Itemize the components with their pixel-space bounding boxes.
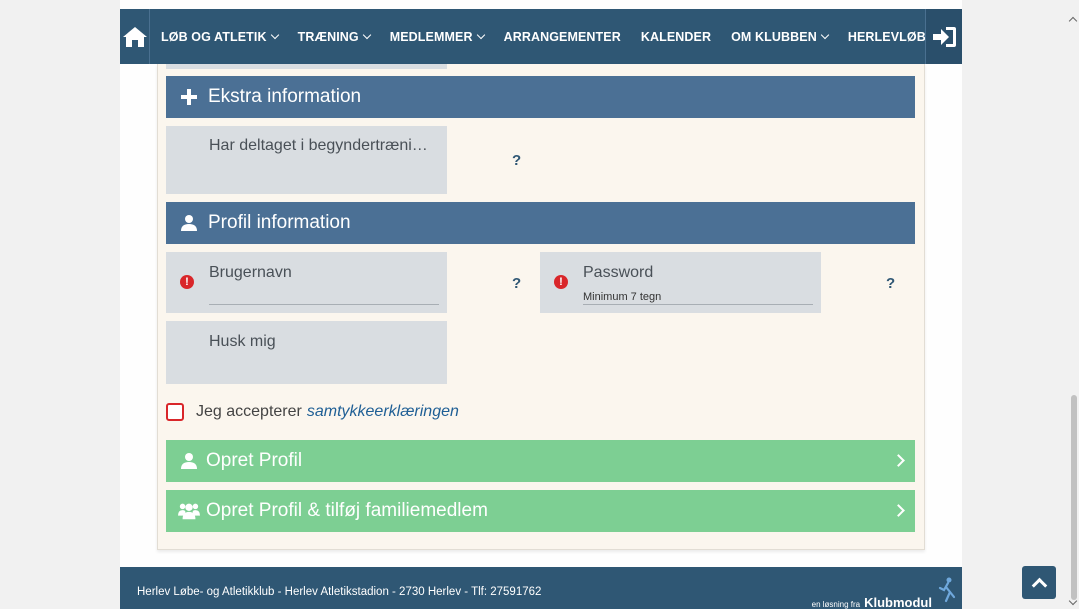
password-input-line — [583, 304, 813, 305]
chevron-down-icon — [476, 30, 485, 40]
field-label: Husk mig — [209, 333, 276, 350]
create-profile-add-family-button[interactable]: Opret Profil & tilføj familiemedlem — [166, 490, 915, 532]
user-icon — [178, 451, 200, 471]
klubmodul-logo-icon — [938, 577, 956, 603]
username-field[interactable]: ! Brugernavn — [166, 252, 447, 313]
beginner-training-select[interactable]: Har deltaget i begyndertræni… — [166, 126, 447, 194]
footer-brand-name: Klubmodul — [864, 595, 932, 609]
section-title: Profil information — [208, 212, 351, 233]
create-profile-button[interactable]: Opret Profil — [166, 440, 915, 482]
scroll-to-top-button[interactable] — [1022, 566, 1056, 599]
user-icon — [180, 214, 198, 232]
nav-item-label: MEDLEMMER — [389, 29, 473, 44]
chevron-down-icon — [270, 30, 279, 40]
button-label: Opret Profil — [206, 450, 303, 471]
consent-checkbox[interactable] — [166, 403, 184, 421]
help-icon[interactable]: ? — [886, 275, 895, 292]
footer-brand-small: en løsning fra — [811, 600, 861, 609]
consent-text: Jeg accepterer — [196, 403, 302, 420]
section-profile-information: Profil information — [166, 202, 915, 244]
users-icon — [178, 501, 200, 521]
password-placeholder: Minimum 7 tegn — [583, 291, 662, 303]
nav-item-lob-og-atletik[interactable]: LØB OG ATLETIK — [161, 29, 279, 44]
help-icon[interactable]: ? — [512, 152, 521, 169]
remember-me-field[interactable]: Husk mig — [166, 321, 447, 384]
nav-item-label: OM KLUBBEN — [731, 29, 817, 44]
home-icon — [122, 26, 147, 47]
footer-contact-text: Herlev Løbe- og Atletikklub - Herlev Atl… — [137, 586, 542, 598]
plus-icon — [180, 88, 198, 106]
home-button[interactable] — [120, 9, 151, 64]
page-scrollbar[interactable] — [1068, 0, 1079, 609]
previous-field-edge — [166, 64, 447, 69]
nav-item-om-klubben[interactable]: OM KLUBBEN — [731, 29, 830, 44]
nav-item-traening[interactable]: TRÆNING — [297, 29, 371, 44]
required-icon: ! — [180, 275, 194, 289]
nav-item-kalender[interactable]: KALENDER — [641, 30, 711, 44]
nav-item-label: KALENDER — [640, 29, 712, 44]
scrollbar-thumb[interactable] — [1071, 395, 1077, 600]
password-field[interactable]: ! Password Minimum 7 tegn — [540, 252, 821, 313]
nav-menu: LØB OG ATLETIK TRÆNING MEDLEMMER ARRANGE… — [150, 30, 962, 44]
scroll-up-arrow-icon[interactable] — [1068, 16, 1078, 26]
chevron-right-icon — [892, 504, 905, 517]
login-button[interactable] — [925, 9, 962, 64]
consent-row: Jeg accepterer samtykkeerklæringen — [166, 403, 459, 421]
field-label: Password — [583, 264, 654, 281]
nav-item-medlemmer[interactable]: MEDLEMMER — [389, 29, 485, 44]
field-label: Har deltaget i begyndertræni… — [209, 137, 428, 154]
sign-in-icon — [933, 26, 956, 47]
button-label: Opret Profil & tilføj familiemedlem — [206, 500, 488, 521]
section-title: Ekstra information — [208, 86, 362, 107]
footer-brand[interactable]: en løsning fra Klubmodul — [812, 595, 932, 609]
required-icon: ! — [554, 275, 568, 289]
consent-link[interactable]: samtykkeerklæringen — [307, 403, 459, 421]
nav-item-label: TRÆNING — [297, 29, 359, 44]
username-input-line — [209, 304, 439, 305]
nav-item-arrangementer[interactable]: ARRANGEMENTER — [504, 30, 621, 44]
chevron-up-icon — [1031, 577, 1047, 594]
top-navbar: LØB OG ATLETIK TRÆNING MEDLEMMER ARRANGE… — [120, 9, 962, 64]
help-icon[interactable]: ? — [512, 275, 521, 292]
nav-item-label: ARRANGEMENTER — [503, 29, 621, 44]
nav-item-label: LØB OG ATLETIK — [161, 29, 267, 44]
chevron-down-icon — [362, 30, 371, 40]
field-label: Brugernavn — [209, 264, 292, 281]
chevron-right-icon — [892, 454, 905, 467]
footer: Herlev Løbe- og Atletikklub - Herlev Atl… — [120, 567, 962, 609]
chevron-down-icon — [820, 30, 830, 40]
section-extra-information: Ekstra information — [166, 76, 915, 118]
